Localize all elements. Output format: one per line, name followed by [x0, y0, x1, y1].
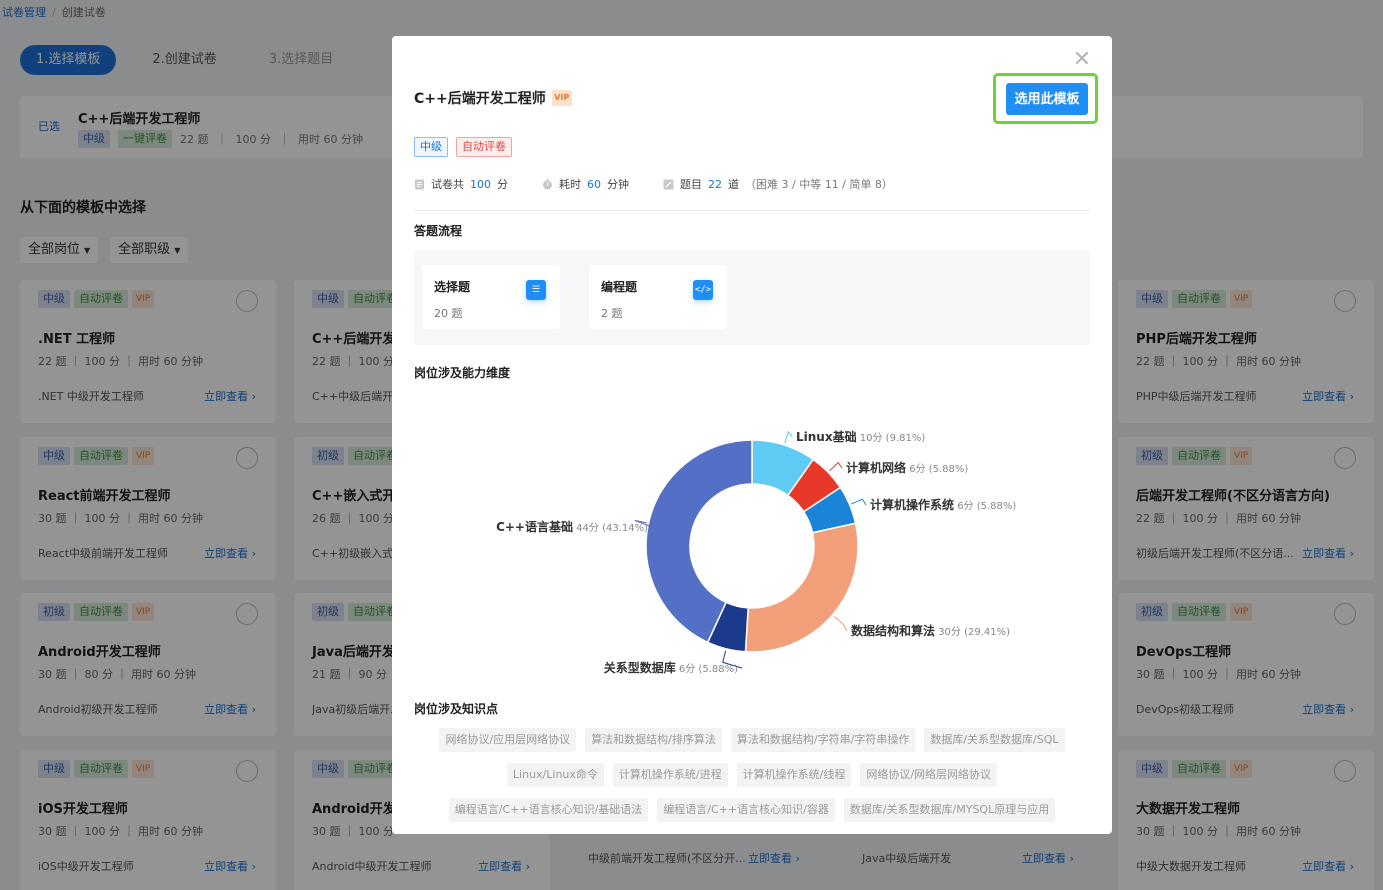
- knowledge-chip: 算法和数据结构/字符串/字符串操作: [730, 728, 916, 752]
- knowledge-chip: 编程语言/C++语言核心知识/基础语法: [448, 798, 649, 822]
- flow-step-count: 2 题: [601, 307, 623, 320]
- slice-name: 关系型数据库: [604, 660, 676, 675]
- use-template-button[interactable]: 选用此模板: [1006, 83, 1088, 115]
- label-leader-line: [833, 615, 848, 632]
- stat-unit: 分: [497, 178, 508, 191]
- knowledge-title: 岗位涉及知识点: [414, 702, 499, 716]
- slice-name: 计算机网络: [846, 460, 906, 475]
- slice-value: 10分 (9.81%): [857, 432, 926, 444]
- stat-unit: 分钟: [607, 178, 629, 191]
- modal-tags: 中级 自动评卷: [414, 137, 512, 157]
- template-detail-modal: ✕ C++后端开发工程师 VIP 选用此模板 中级 自动评卷 试卷共 100 分…: [392, 36, 1112, 834]
- knowledge-chip: 编程语言/C++语言核心知识/容器: [657, 798, 835, 822]
- slice-value: 30分 (29.41%): [935, 626, 1010, 638]
- level-tag: 中级: [414, 137, 448, 157]
- list-icon: ☰: [526, 280, 546, 300]
- use-template-highlight: 选用此模板: [993, 73, 1098, 124]
- flow-step-title: 编程题: [601, 280, 638, 294]
- stat-label: 题目: [680, 178, 702, 191]
- flow-step-count: 20 题: [434, 307, 463, 320]
- knowledge-chip: 计算机操作系统/线程: [736, 763, 852, 787]
- knowledge-chip: Linux/Linux命令: [506, 763, 604, 787]
- stat-value: 100: [470, 177, 491, 191]
- slice-label: C++语言基础 44分 (43.14%): [496, 519, 648, 534]
- flow-step-title: 选择题: [434, 280, 471, 294]
- divider: [414, 210, 1090, 211]
- knowledge-chip: 网络协议/应用层网络协议: [439, 728, 577, 752]
- slice-value: 44分 (43.14%): [573, 522, 648, 534]
- code-icon: </>: [693, 280, 713, 300]
- knowledge-chip: 算法和数据结构/排序算法: [585, 728, 722, 752]
- stat-label: 耗时: [559, 178, 581, 191]
- auto-grading-tag: 自动评卷: [456, 137, 512, 157]
- stat-unit: 道: [728, 178, 739, 191]
- slice-name: Linux基础: [796, 429, 857, 444]
- stat-label: 试卷共: [431, 178, 464, 191]
- knowledge-chip: 网络协议/网络层网络协议: [860, 763, 998, 787]
- slice-name: C++语言基础: [496, 519, 573, 534]
- flow-step-coding: 编程题 2 题 </>: [589, 265, 727, 329]
- document-icon: [415, 179, 424, 189]
- stat-total-score: 试卷共 100 分: [414, 176, 508, 192]
- slice-label: 计算机操作系统 6分 (5.88%): [870, 497, 1016, 512]
- stat-duration: 耗时 60 分钟: [542, 176, 629, 192]
- slice-label: 数据结构和算法 30分 (29.41%): [851, 623, 1010, 638]
- modal-stats: 试卷共 100 分 耗时 60 分钟 题目 22 道 （困难 3 / 中等 11…: [414, 176, 893, 192]
- answer-flow: 选择题 20 题 ☰ › 编程题 2 题 </>: [414, 250, 1090, 345]
- answer-flow-title: 答题流程: [414, 224, 463, 238]
- slice-label: 关系型数据库 6分 (5.88%): [604, 660, 738, 675]
- flow-step-choice: 选择题 20 题 ☰: [422, 265, 560, 329]
- difficulty-breakdown: （困难 3 / 中等 11 / 简单 8）: [745, 178, 893, 191]
- close-icon[interactable]: ✕: [1072, 49, 1092, 71]
- ability-title: 岗位涉及能力维度: [414, 366, 511, 380]
- stat-value: 60: [587, 177, 601, 191]
- stopwatch-icon: [543, 178, 552, 189]
- slice-label: 计算机网络 6分 (5.88%): [846, 460, 968, 475]
- slice-name: 计算机操作系统: [870, 497, 954, 512]
- slice-label: Linux基础 10分 (9.81%): [796, 429, 925, 444]
- modal-title-text: C++后端开发工程师: [414, 91, 546, 107]
- vip-badge: VIP: [551, 90, 572, 106]
- label-leader-line: [851, 498, 867, 506]
- slice-value: 6分 (5.88%): [954, 500, 1016, 512]
- slice-value: 6分 (5.88%): [676, 663, 738, 675]
- knowledge-chip: 数据库/关系型数据库/SQL: [924, 728, 1065, 752]
- label-leader-line: [829, 461, 843, 472]
- edit-icon: [663, 179, 674, 189]
- slice-value: 6分 (5.88%): [906, 463, 968, 475]
- donut-slice[interactable]: [744, 522, 859, 653]
- stat-value: 22: [708, 177, 722, 191]
- label-leader-line: [784, 430, 793, 444]
- ability-donut-chart: Linux基础 10分 (9.81%)计算机网络 6分 (5.88%)计算机操作…: [496, 429, 1016, 675]
- stat-questions: 题目 22 道 （困难 3 / 中等 11 / 简单 8）: [663, 176, 893, 192]
- slice-name: 数据结构和算法: [851, 623, 935, 638]
- modal-title: C++后端开发工程师 VIP: [414, 88, 572, 108]
- knowledge-points: 网络协议/应用层网络协议 算法和数据结构/排序算法 算法和数据结构/字符串/字符串操…: [414, 728, 1090, 822]
- knowledge-chip: 计算机操作系统/进程: [612, 763, 728, 787]
- knowledge-chip: 数据库/关系型数据库/MYSQL原理与应用: [843, 798, 1056, 822]
